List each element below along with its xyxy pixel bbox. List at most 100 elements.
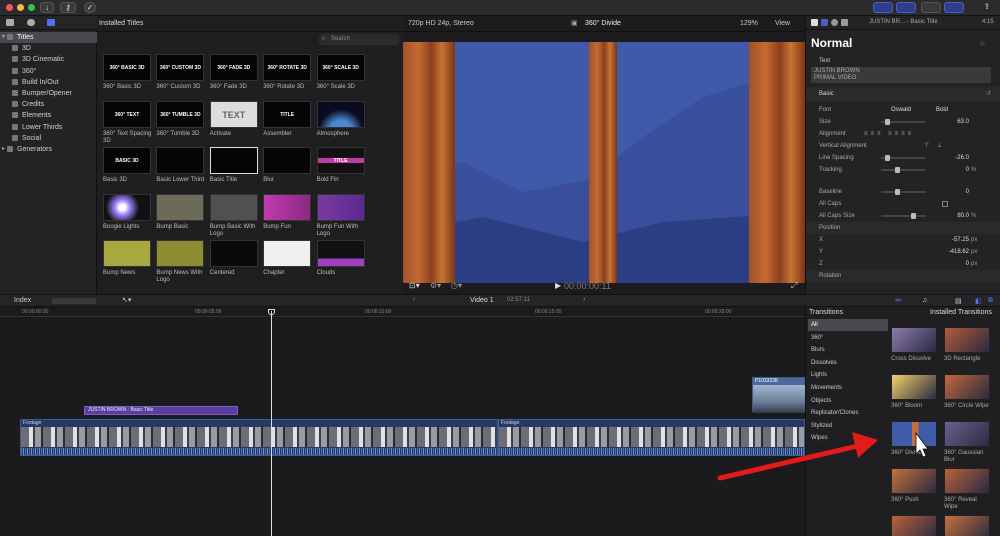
inspector-row-value[interactable]: 0 xyxy=(925,164,969,176)
transition-tile[interactable]: 360° Circle Wipe xyxy=(944,374,992,410)
sidebar-item[interactable]: Social xyxy=(0,133,97,144)
title-tile[interactable]: Basic Lower Third xyxy=(156,147,206,184)
index-button[interactable]: Index xyxy=(14,297,31,304)
value-slider[interactable] xyxy=(881,189,926,195)
slider-knob[interactable] xyxy=(895,167,900,173)
title-tile[interactable]: 360° CUSTOM 3D 360° Custom 3D xyxy=(156,54,206,91)
font-weight-popup[interactable]: Bold xyxy=(936,104,948,116)
audio-skimming-icon[interactable]: ♫ xyxy=(922,297,927,304)
slider-knob[interactable] xyxy=(885,119,890,125)
timeline[interactable]: 00:00:00:00 00:00:05:00 00:00:10:00 00:0… xyxy=(0,307,806,536)
transition-category[interactable]: 360° xyxy=(808,332,888,344)
broll-clip[interactable]: P1033238 xyxy=(752,377,806,413)
sidebar-item[interactable]: Build In/Out xyxy=(0,77,97,88)
background-tasks-button[interactable]: ✓ xyxy=(84,2,96,13)
value-slider[interactable] xyxy=(881,213,926,219)
transition-tile[interactable]: 360° Divide xyxy=(891,421,939,457)
sidebar-item[interactable]: Elements xyxy=(0,110,97,121)
inspector-row-value[interactable]: 63.0 xyxy=(925,116,969,128)
sidebar-item[interactable]: Bumper/Opener xyxy=(0,88,97,99)
transition-tile[interactable] xyxy=(944,515,992,536)
slider-knob[interactable] xyxy=(911,213,916,219)
speed-icon[interactable]: ◷▾ xyxy=(451,278,462,294)
font-family-popup[interactable]: Oswald xyxy=(891,104,911,116)
share-button[interactable]: ⇪ xyxy=(980,2,994,13)
title-tile[interactable]: Bump Basic With Logo xyxy=(209,193,260,238)
title-tile[interactable]: BASIC 3D Basic 3D xyxy=(103,147,153,184)
transition-tile[interactable]: Cross Dissolve xyxy=(891,327,939,363)
title-tile[interactable]: Chapter xyxy=(263,240,313,277)
effects-browser-icon[interactable]: ◧ xyxy=(975,297,982,305)
inspector-row-value[interactable]: -26.0 xyxy=(925,152,969,164)
transition-category[interactable]: Movements xyxy=(808,382,888,394)
show-inspector-button[interactable] xyxy=(944,2,964,13)
title-tile[interactable]: Basic Title xyxy=(209,147,260,184)
text-inspector-icon[interactable] xyxy=(821,19,828,26)
sidebar-item[interactable]: ▾ Titles xyxy=(0,32,97,43)
zoom-window-button[interactable] xyxy=(28,4,35,11)
view-menu[interactable]: View xyxy=(775,16,790,32)
video-inspector-icon[interactable] xyxy=(831,19,838,26)
installed-transitions-menu[interactable]: Installed Transitions xyxy=(930,309,992,316)
sidebar-item[interactable]: 3D Cinematic xyxy=(0,54,97,65)
project-name[interactable]: Video 1 xyxy=(470,297,494,304)
sidebar-item[interactable]: 360° xyxy=(0,66,97,77)
transition-tile[interactable]: 360° Gaussian Blur xyxy=(944,421,992,464)
video-frame[interactable] xyxy=(403,42,805,283)
transition-tile[interactable]: 360° Bloom xyxy=(891,374,939,410)
minimize-window-button[interactable] xyxy=(17,4,24,11)
fullscreen-icon[interactable]: ⤢ xyxy=(791,278,797,294)
value-slider[interactable] xyxy=(881,167,926,173)
title-tile[interactable]: 360° SCALE 3D 360° Scale 3D xyxy=(316,54,367,91)
text-field[interactable]: JUSTIN BROWN PRIMAL VIDEO xyxy=(811,67,991,83)
transition-category[interactable]: Stylized xyxy=(808,420,888,432)
close-window-button[interactable] xyxy=(6,4,13,11)
preset-stepper-icon[interactable]: ◇ xyxy=(980,40,985,47)
value-slider[interactable] xyxy=(881,155,926,161)
info-inspector-icon[interactable] xyxy=(841,19,848,26)
title-tile[interactable]: Centered xyxy=(209,240,260,277)
transitions-browser-icon[interactable]: ⧉ xyxy=(988,297,993,305)
basic-section[interactable]: Basic ↺ xyxy=(806,87,1000,101)
layout-button[interactable] xyxy=(921,2,941,13)
transition-tile[interactable] xyxy=(891,515,939,536)
play-icon[interactable]: ▶ xyxy=(555,278,561,294)
keywords-button[interactable]: ⚷ xyxy=(60,2,76,13)
timeline-ruler[interactable]: 00:00:00:00 00:00:05:00 00:00:10:00 00:0… xyxy=(0,307,805,317)
reset-icon[interactable]: ↺ xyxy=(986,87,991,101)
inspector-row-value[interactable]: 0 xyxy=(925,258,969,270)
title-tile[interactable]: Bump Fun With Logo xyxy=(316,193,367,238)
playhead-handle[interactable] xyxy=(268,309,275,315)
title-tile[interactable]: Atmosphere xyxy=(316,100,367,138)
title-tile[interactable]: 360° FADE 3D 360° Fade 3D xyxy=(209,54,260,91)
transition-category[interactable]: Blurs xyxy=(808,344,888,356)
browser-title[interactable]: Installed Titles xyxy=(99,20,143,27)
text-style-preset[interactable]: Normal xyxy=(811,36,852,50)
inspector-row-value[interactable]: 80.0 xyxy=(925,210,969,222)
title-tile[interactable]: Bump News xyxy=(103,240,153,277)
title-tile[interactable]: Bump Fun xyxy=(263,193,313,231)
title-inspector-icon[interactable] xyxy=(811,19,818,26)
video-clip-1[interactable]: Footage xyxy=(20,419,498,456)
transition-category[interactable]: Replicator/Clones xyxy=(808,407,888,419)
value-slider[interactable] xyxy=(881,119,926,125)
title-clip[interactable]: JUSTIN BROWN - Basic Title xyxy=(84,406,238,415)
vertical-alignment-buttons[interactable]: ⊤ ⊥ xyxy=(924,140,945,152)
title-tile[interactable]: 360° ROTATE 3D 360° Rotate 3D xyxy=(263,54,313,91)
sidebar-item[interactable]: ▸ Generators xyxy=(0,144,97,155)
import-button[interactable]: ↓ xyxy=(40,2,54,13)
disclosure-icon[interactable]: ▸ xyxy=(2,144,5,155)
transition-tile[interactable]: 360° Push xyxy=(891,468,939,504)
slider-knob[interactable] xyxy=(885,155,890,161)
sidebar-item[interactable]: Credits xyxy=(0,99,97,110)
title-tile[interactable]: Blur xyxy=(263,147,313,184)
skimming-icon[interactable]: ⟚ xyxy=(895,297,902,305)
title-tile[interactable]: TEXT Activate xyxy=(209,100,260,138)
show-browser-button[interactable] xyxy=(873,2,893,13)
video-clip-2[interactable]: Footage xyxy=(498,419,805,456)
forward-icon[interactable]: › xyxy=(583,296,585,303)
photos-audio-icon[interactable] xyxy=(27,19,35,26)
enhance-icon[interactable]: ⚙▾ xyxy=(430,278,441,294)
transition-tile[interactable]: 3D Rectangle xyxy=(944,327,992,363)
title-tile[interactable]: Clouds xyxy=(316,240,367,277)
